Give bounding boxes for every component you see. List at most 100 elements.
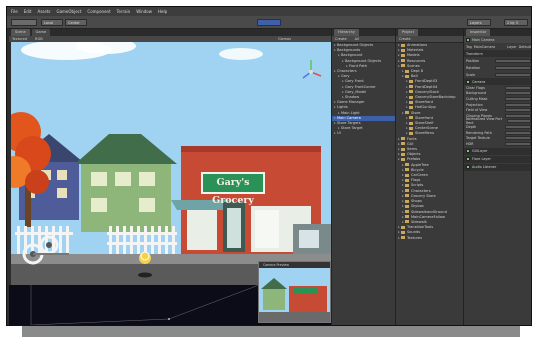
tag-layer-row: Tag MainCamera Layer Default xyxy=(464,43,531,50)
project-item-label: Prefabs xyxy=(406,157,421,162)
transform-tools-group[interactable] xyxy=(11,19,37,26)
transform-header[interactable]: Transform xyxy=(464,50,531,57)
tag-label: Tag xyxy=(466,44,472,49)
component-enabled-checkbox[interactable] xyxy=(466,165,470,170)
folder-icon xyxy=(400,230,405,234)
play-controls[interactable] xyxy=(257,19,281,26)
camera-property-field[interactable] xyxy=(505,91,531,96)
folder-icon xyxy=(400,137,405,141)
component-header[interactable]: Flare Layer xyxy=(464,155,531,163)
layer-label: Layer xyxy=(507,44,517,49)
camera-property-field[interactable] xyxy=(505,113,531,118)
transform-position-row: Position xyxy=(464,57,531,64)
project-item-label: Skybox xyxy=(410,204,424,209)
camera-enabled-checkbox[interactable] xyxy=(466,79,470,84)
camera-property-field[interactable] xyxy=(505,85,531,90)
project-item-label: Store xyxy=(410,110,421,115)
camera-property-label: Projection xyxy=(466,102,483,107)
menu-item[interactable]: Help xyxy=(158,9,167,14)
project-item-label: FrontDept03 xyxy=(414,79,438,84)
hierarchy-item-label: Gary FrontCorner xyxy=(344,84,376,89)
camera-property-field[interactable] xyxy=(505,124,531,129)
layout-dropdown[interactable]: 2 by 3 xyxy=(504,19,528,26)
folder-icon xyxy=(408,85,413,89)
project-item-label: AppleTree xyxy=(410,162,429,167)
camera-header[interactable]: Camera xyxy=(464,78,531,85)
position-field[interactable] xyxy=(495,58,531,63)
folder-icon xyxy=(400,48,405,52)
project-create-button[interactable]: Create xyxy=(399,36,411,42)
component-header[interactable]: GUILayer xyxy=(464,147,531,155)
tab-project[interactable]: Project xyxy=(398,29,418,36)
pivot-center-toggle[interactable]: Center xyxy=(65,19,87,26)
component-enabled-checkbox[interactable] xyxy=(466,157,470,162)
object-name-field[interactable]: Main Camera xyxy=(472,38,494,42)
project-item[interactable]: ▸ Textures xyxy=(396,236,463,241)
hierarchy-item-label: Store Targets xyxy=(336,121,361,126)
project-item-label: Materials xyxy=(406,48,424,53)
tab-inspector[interactable]: Inspector xyxy=(466,29,491,36)
project-item-label: SidewalkandGround xyxy=(410,209,447,214)
camera-property-field[interactable] xyxy=(505,108,531,113)
pivot-local-toggle[interactable]: Local xyxy=(41,19,63,26)
folder-icon xyxy=(404,183,409,187)
component-enabled-checkbox[interactable] xyxy=(466,149,470,154)
project-item-label: Flags xyxy=(410,178,421,183)
hierarchy-search-input[interactable]: All xyxy=(355,36,359,42)
layer-dropdown[interactable]: Default xyxy=(519,45,531,49)
hierarchy-item-label: Main Light xyxy=(340,110,360,115)
toolbar: Local Center Layers 2 by 3 xyxy=(7,16,531,29)
tag-dropdown[interactable]: MainCamera xyxy=(474,45,495,49)
camera-property-field[interactable] xyxy=(505,130,531,135)
hierarchy-item-label: UI xyxy=(336,131,341,136)
hierarchy-item-label: Gary Front xyxy=(344,79,364,84)
store-sign: Gary's Grocery xyxy=(201,172,265,206)
folder-icon xyxy=(400,152,405,156)
hierarchy-item[interactable]: ▸ UI xyxy=(332,131,395,136)
tab-scene[interactable]: Scene xyxy=(11,29,30,36)
camera-property-label: Depth xyxy=(466,124,477,129)
hierarchy-item-label: Main Camera xyxy=(336,115,361,120)
folder-icon xyxy=(408,131,413,135)
camera-property-field[interactable] xyxy=(505,136,531,141)
project-item-label: CarGreen xyxy=(410,173,429,178)
menu-item[interactable]: Terrain xyxy=(117,9,131,14)
project-item-label: TransitionTools xyxy=(406,225,434,230)
rotation-field[interactable] xyxy=(495,65,531,70)
camera-property-field[interactable] xyxy=(505,141,531,146)
folder-icon xyxy=(404,163,409,167)
inspector-tabs: Inspector xyxy=(464,29,531,36)
tab-game[interactable]: Game xyxy=(31,29,51,36)
project-item-label: Sounds xyxy=(406,230,421,235)
component-header[interactable]: Audio Listener xyxy=(464,163,531,171)
menu-item[interactable]: GameObject xyxy=(56,9,81,14)
hierarchy-create-button[interactable]: Create xyxy=(335,36,347,42)
camera-property-field[interactable] xyxy=(505,96,531,101)
scale-field[interactable] xyxy=(495,72,531,77)
object-active-checkbox[interactable] xyxy=(466,37,470,42)
menu-item[interactable]: Assets xyxy=(37,9,50,14)
menu-item[interactable]: Component xyxy=(87,9,110,14)
component-title: Audio Listener xyxy=(472,165,497,170)
menu-item[interactable]: Window xyxy=(136,9,152,14)
folder-icon xyxy=(404,194,409,198)
folder-icon xyxy=(408,121,413,125)
camera-property-label: Field of View xyxy=(466,108,488,113)
tab-hierarchy[interactable]: Hierarchy xyxy=(334,29,359,36)
project-item-label: HotGunUpp xyxy=(414,105,436,110)
hierarchy-item-label: Shadow xyxy=(344,95,360,100)
camera-property-field[interactable] xyxy=(507,119,531,124)
camera-property-field[interactable] xyxy=(505,102,531,107)
scene-panel: Scene Game Textured RGB Gizmos Gary's Gr… xyxy=(9,29,331,325)
folder-icon xyxy=(400,225,405,229)
project-tree: ▸ Animations ▸ Materials ▸ Models ▸ Resourc… xyxy=(396,43,463,241)
scene-viewport[interactable]: Gary's Grocery xyxy=(11,42,331,285)
scene-tabs: Scene Game xyxy=(9,29,331,36)
folder-icon xyxy=(404,178,409,182)
hierarchy-item-label: Lights xyxy=(336,105,348,110)
menu-item[interactable]: Edit xyxy=(24,9,32,14)
menu-item[interactable]: File xyxy=(11,9,18,14)
hierarchy-item-label: Gary_Model xyxy=(344,89,367,94)
orientation-gizmo-icon xyxy=(302,60,322,79)
layers-dropdown[interactable]: Layers xyxy=(467,19,491,26)
